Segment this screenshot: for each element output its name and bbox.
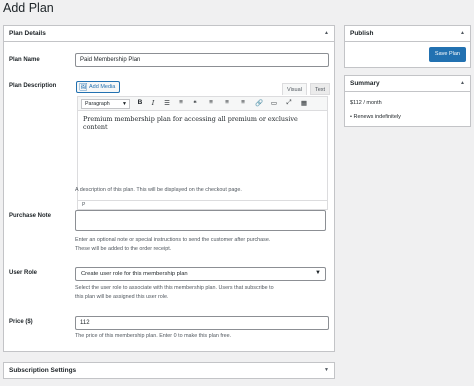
format-select[interactable]: Paragraph ▼ <box>81 99 130 109</box>
chevron-down-icon: ▼ <box>315 270 321 276</box>
publish-title: Publish <box>350 30 374 37</box>
plan-name-input[interactable]: Paid Membership Plan <box>75 53 329 67</box>
purchase-note-label: Purchase Note <box>9 213 52 219</box>
user-role-label: User Role <box>9 270 38 276</box>
align-left-icon[interactable]: ≡ <box>206 99 216 106</box>
purchase-note-textarea[interactable] <box>75 210 326 231</box>
subscription-settings-title: Subscription Settings <box>9 367 77 374</box>
media-icon: 🖼 <box>79 84 88 91</box>
editor-toolbar: Paragraph ▼ B I ☰ ≡ ❝ ≡ ≡ ≡ 🔗 ▭ ⤢ ▦ <box>78 97 327 111</box>
subscription-settings-header[interactable]: Subscription Settings ▼ <box>4 363 334 379</box>
price-help: The price of this membership plan. Enter… <box>75 333 232 339</box>
summary-renewal-text: Renews indefinitely <box>353 114 401 120</box>
editor-statusbar: P <box>78 200 327 209</box>
italic-icon[interactable]: I <box>148 99 158 107</box>
add-media-label: Add Media <box>89 84 116 90</box>
plan-description-help: A description of this plan. This will be… <box>75 187 242 193</box>
tab-visual[interactable]: Visual <box>282 83 307 95</box>
publish-header[interactable]: Publish ▲ <box>345 26 470 42</box>
user-role-help-1: Select the user role to associate with t… <box>75 285 274 291</box>
tab-text[interactable]: Text <box>310 83 331 95</box>
editor-path: P <box>82 202 86 208</box>
plan-details-title: Plan Details <box>9 30 46 37</box>
collapse-arrow-icon[interactable]: ▲ <box>460 80 465 86</box>
link-icon[interactable]: 🔗 <box>254 99 264 107</box>
publish-box: Publish ▲ Save Plan <box>344 25 471 68</box>
user-role-help-2: this plan will be assigned this user rol… <box>75 294 169 300</box>
numbered-list-icon[interactable]: ≡ <box>176 99 186 106</box>
user-role-select[interactable]: Create user role for this membership pla… <box>75 267 326 281</box>
toolbar-toggle-icon[interactable]: ▦ <box>299 99 309 107</box>
plan-details-header[interactable]: Plan Details ▲ <box>4 26 334 42</box>
format-select-value: Paragraph <box>85 101 110 107</box>
bold-icon[interactable]: B <box>135 99 145 106</box>
align-right-icon[interactable]: ≡ <box>238 99 248 106</box>
collapse-arrow-icon[interactable]: ▲ <box>460 30 465 36</box>
editor-content[interactable]: Premium membership plan for accessing al… <box>78 111 327 135</box>
page-title: Add Plan <box>3 1 54 15</box>
summary-title: Summary <box>350 80 380 87</box>
blockquote-icon[interactable]: ❝ <box>190 99 200 107</box>
expand-arrow-icon[interactable]: ▼ <box>324 367 329 373</box>
user-role-selected: Create user role for this membership pla… <box>81 271 188 277</box>
chevron-down-icon: ▼ <box>122 101 127 107</box>
bullet-list-icon[interactable]: ☰ <box>162 99 172 107</box>
add-media-button[interactable]: 🖼 Add Media <box>76 81 121 93</box>
save-plan-button[interactable]: Save Plan <box>428 47 466 62</box>
summary-box: Summary ▲ $112 / month • Renews indefini… <box>344 75 471 127</box>
price-input[interactable]: 112 <box>75 316 329 330</box>
fullscreen-icon[interactable]: ⤢ <box>284 99 294 107</box>
plan-name-label: Plan Name <box>9 57 40 63</box>
collapse-arrow-icon[interactable]: ▲ <box>324 30 329 36</box>
summary-header[interactable]: Summary ▲ <box>345 76 470 92</box>
subscription-settings-box: Subscription Settings ▼ <box>3 362 335 379</box>
summary-price: $112 / month <box>350 100 382 106</box>
read-more-icon[interactable]: ▭ <box>269 99 279 107</box>
plan-details-box: Plan Details ▲ Plan Name Paid Membership… <box>3 25 335 352</box>
purchase-note-help-2: These will be added to the order receipt… <box>75 246 172 252</box>
purchase-note-help-1: Enter an optional note or special instru… <box>75 237 271 243</box>
align-center-icon[interactable]: ≡ <box>222 99 232 106</box>
summary-renewal: • Renews indefinitely <box>350 114 401 120</box>
price-label: Price ($) <box>9 319 33 325</box>
plan-description-label: Plan Description <box>9 83 57 89</box>
